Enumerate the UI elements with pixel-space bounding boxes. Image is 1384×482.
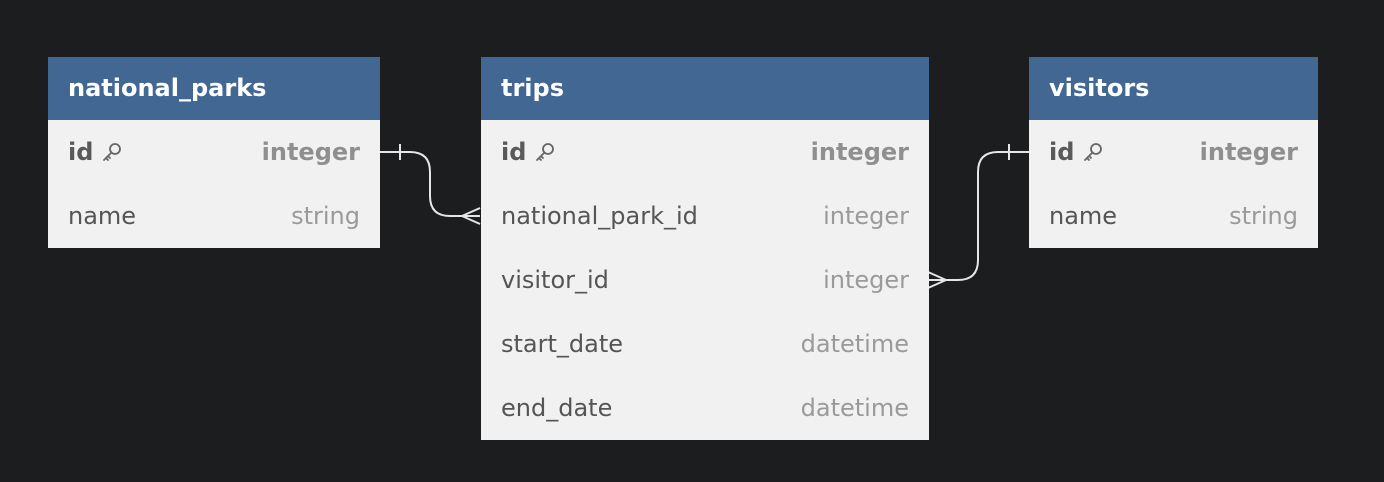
column-type: datetime: [800, 330, 909, 358]
column-type: datetime: [800, 394, 909, 422]
table-title[interactable]: trips: [481, 57, 929, 120]
column-row-name[interactable]: name string: [1029, 184, 1318, 248]
column-row-id[interactable]: id integer: [481, 120, 929, 184]
diagram-canvas: national_parks id integer name string tr…: [0, 0, 1384, 482]
column-type: integer: [823, 266, 909, 294]
column-name-cell: id: [501, 138, 556, 166]
column-type: integer: [1199, 138, 1298, 166]
table-national-parks[interactable]: national_parks id integer name string: [48, 57, 380, 248]
key-icon: [1084, 143, 1103, 161]
table-visitors[interactable]: visitors id integer name string: [1029, 57, 1318, 248]
connector-national-parks-trips: [380, 151, 480, 217]
column-name: id: [501, 138, 527, 166]
column-row-id[interactable]: id integer: [48, 120, 380, 184]
column-type: string: [1229, 202, 1298, 230]
column-row-visitor-id[interactable]: visitor_id integer: [481, 248, 929, 312]
column-row-end-date[interactable]: end_date datetime: [481, 376, 929, 440]
key-icon: [103, 143, 122, 161]
column-name-cell: id: [1049, 138, 1104, 166]
column-row-national-park-id[interactable]: national_park_id integer: [481, 184, 929, 248]
column-name: id: [1049, 138, 1075, 166]
column-name: start_date: [501, 330, 624, 358]
column-name: visitor_id: [501, 266, 609, 294]
connector-many-marker: [461, 207, 481, 225]
column-name: id: [68, 138, 94, 166]
column-name-cell: id: [68, 138, 123, 166]
column-type: integer: [261, 138, 360, 166]
column-row-start-date[interactable]: start_date datetime: [481, 312, 929, 376]
column-name: national_park_id: [501, 202, 698, 230]
table-title[interactable]: national_parks: [48, 57, 380, 120]
column-type: string: [291, 202, 360, 230]
table-title[interactable]: visitors: [1029, 57, 1318, 120]
column-type: integer: [810, 138, 909, 166]
connector-visitors-trips: [928, 151, 1029, 281]
table-trips[interactable]: trips id integer national_park_id intege…: [481, 57, 929, 440]
column-type: integer: [823, 202, 909, 230]
connector-many-marker: [927, 271, 947, 289]
key-icon: [536, 143, 555, 161]
column-row-name[interactable]: name string: [48, 184, 380, 248]
column-name: name: [68, 202, 137, 230]
column-name: end_date: [501, 394, 613, 422]
column-row-id[interactable]: id integer: [1029, 120, 1318, 184]
column-name: name: [1049, 202, 1118, 230]
